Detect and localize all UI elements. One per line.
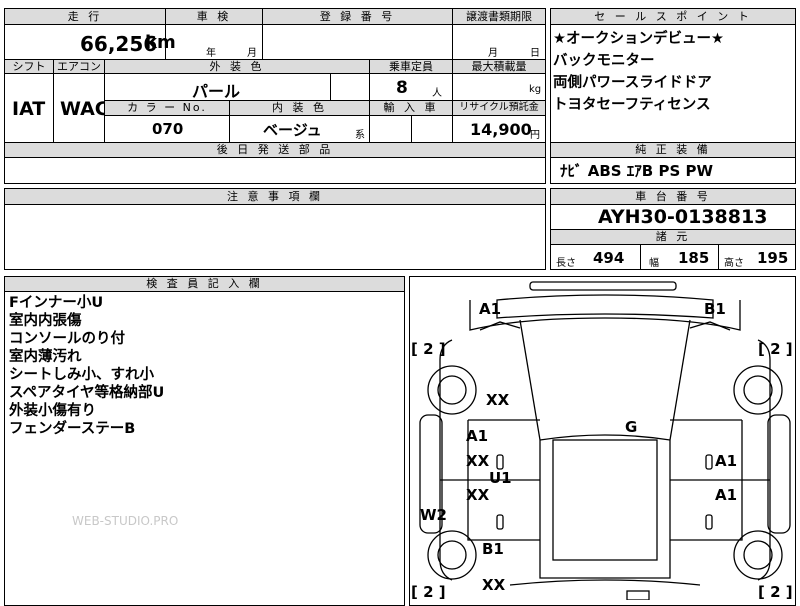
damage-mark: W2 [420,506,447,524]
damage-mark: [ 2 ] [411,583,446,601]
damage-mark: [ 2 ] [758,583,793,601]
damage-mark: G [625,418,638,436]
damage-mark: A1 [479,300,502,318]
damage-mark: U1 [489,469,512,487]
damage-mark: [ 2 ] [758,340,793,358]
damage-mark: A1 [715,486,738,504]
damage-mark: [ 2 ] [411,340,446,358]
damage-mark: XX [486,391,510,409]
damage-mark: A1 [466,427,489,445]
damage-mark: XX [466,486,490,504]
damage-mark: B1 [704,300,726,318]
car-diagram [419,281,791,600]
damage-mark: XX [482,576,506,594]
damage-mark: A1 [715,452,738,470]
damage-mark: XX [466,452,490,470]
damage-mark: B1 [482,540,504,558]
